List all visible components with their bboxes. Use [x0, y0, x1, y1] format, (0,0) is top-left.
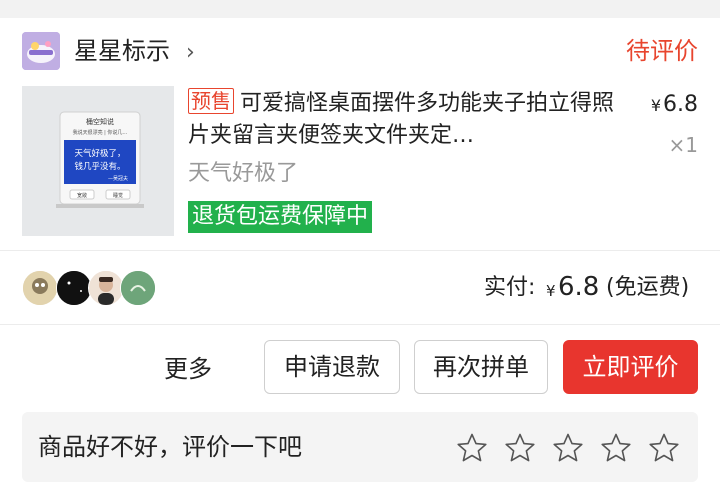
- thumb-btn-right: 睡觉: [113, 192, 123, 199]
- price-currency: ¥: [650, 96, 661, 115]
- paid-amount: 6.8: [558, 272, 600, 302]
- thumb-btn-left: 宽敞: [77, 192, 87, 199]
- thumb-header: 桶空知说: [86, 117, 114, 126]
- shop-logo-icon[interactable]: [22, 32, 60, 70]
- order-status: 待评价: [626, 37, 698, 65]
- star-icon[interactable]: [504, 432, 536, 464]
- refund-button[interactable]: 申请退款: [264, 340, 400, 394]
- shop-name[interactable]: 星星标示: [74, 34, 170, 68]
- review-prompt: 商品好不好，评价一下吧: [38, 433, 302, 461]
- thumb-author: —吴冠夫: [108, 175, 128, 182]
- shipping-note: (免运费): [606, 275, 690, 300]
- star-icon[interactable]: [552, 432, 584, 464]
- paid-label: 实付:: [484, 275, 536, 300]
- quick-review-bar: 商品好不好，评价一下吧: [22, 412, 698, 482]
- product-thumbnail[interactable]: 桶空知说 我说天很漂亮 | 你说几… 天气好极了， 钱几乎没有。 —吴冠夫 宽敞…: [22, 86, 174, 236]
- thumb-quote-1: 天气好极了，: [74, 148, 125, 159]
- product-quantity: ×1: [668, 133, 698, 157]
- order-card: 星星标示 › 待评价 桶空知说 我说天很漂亮 | 你说几… 天气好极了， 钱几乎…: [0, 18, 720, 492]
- thumb-quote-2: 钱几乎没有。: [74, 161, 125, 172]
- product-price: ¥6.8: [651, 90, 698, 121]
- chevron-right-icon[interactable]: ›: [186, 38, 195, 68]
- more-button[interactable]: 更多: [164, 352, 212, 386]
- avatar: [120, 270, 156, 306]
- price-value: 6.8: [663, 92, 698, 117]
- regroup-button[interactable]: 再次拼单: [414, 340, 548, 394]
- avatar: [56, 270, 92, 306]
- divider: [0, 324, 720, 325]
- divider: [0, 250, 720, 251]
- star-icon[interactable]: [600, 432, 632, 464]
- return-shipping-guarantee-badge[interactable]: 退货包运费保障中: [188, 201, 373, 233]
- paid-currency: ¥: [546, 282, 556, 300]
- star-icon[interactable]: [648, 432, 680, 464]
- product-title-block[interactable]: 预售 可爱搞怪桌面摆件多功能夹子拍立得照片夹留言夹便签夹文件夹定…: [188, 88, 628, 152]
- star-rating[interactable]: [440, 432, 680, 464]
- presale-badge: 预售: [188, 88, 234, 114]
- product-title: 可爱搞怪桌面摆件多功能夹子拍立得照片夹留言夹便签夹文件夹定…: [188, 91, 615, 148]
- thumb-sub: 我说天很漂亮 | 你说几…: [73, 129, 128, 136]
- avatar: [22, 270, 58, 306]
- product-sku: 天气好极了: [188, 161, 299, 186]
- star-icon[interactable]: [456, 432, 488, 464]
- avatar: [88, 270, 124, 306]
- review-now-button[interactable]: 立即评价: [563, 340, 698, 394]
